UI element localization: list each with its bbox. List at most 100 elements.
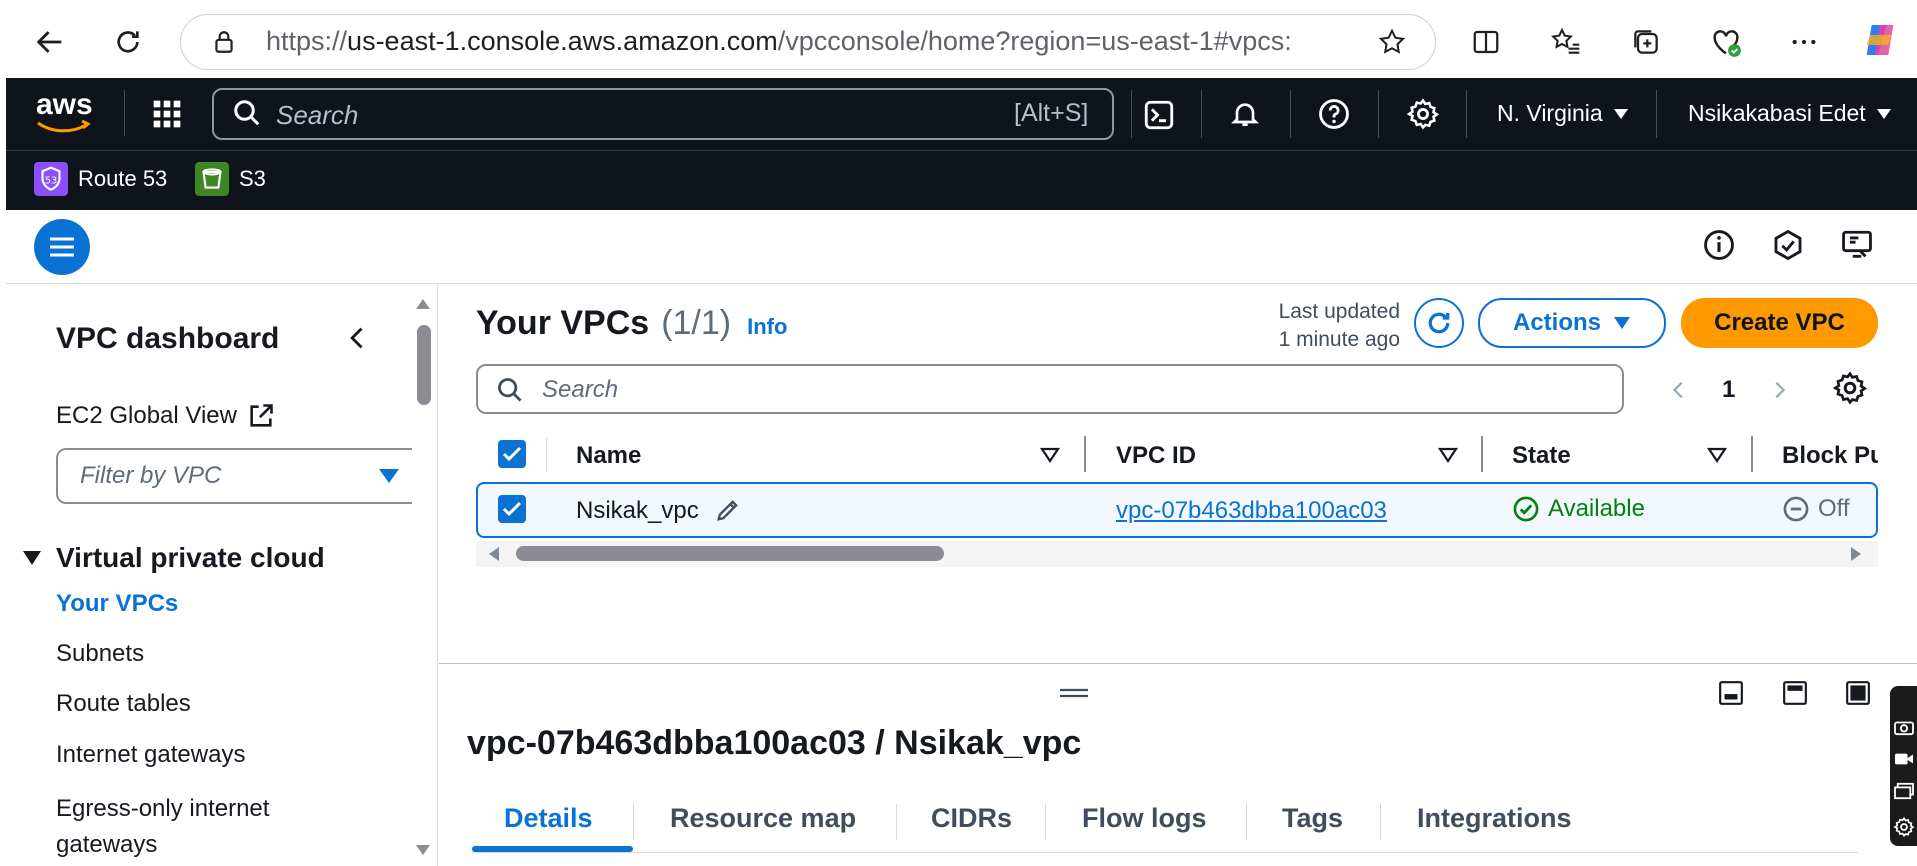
account-menu[interactable]: Nsikakabasi Edet [1688, 100, 1892, 127]
url-text[interactable]: https://us-east-1.console.aws.amazon.com… [266, 26, 1292, 57]
favorite-route53[interactable]: 53 Route 53 [34, 162, 167, 196]
scroll-down-arrow-icon[interactable] [415, 844, 431, 856]
current-page-number[interactable]: 1 [1722, 376, 1735, 404]
refresh-icon[interactable] [106, 20, 150, 64]
tab-integrations[interactable]: Integrations [1417, 803, 1572, 834]
notifications-bell-icon[interactable] [1229, 97, 1261, 131]
sidebar-item-internet-gateways[interactable]: Internet gateways [56, 741, 245, 769]
sidebar-title[interactable]: VPC dashboard [56, 322, 279, 356]
help-icon[interactable] [1317, 97, 1351, 131]
menu-hamburger-icon[interactable] [34, 219, 90, 275]
column-header-label: Block Pu [1782, 442, 1878, 469]
next-page-chevron-icon[interactable] [1768, 376, 1790, 404]
search-placeholder: Search [276, 100, 359, 130]
favorites-bar [6, 150, 1917, 210]
sidebar-item-subnets[interactable]: Subnets [56, 640, 144, 668]
lock-icon[interactable] [202, 20, 246, 64]
sidebar-item-your-vpcs[interactable]: Your VPCs [56, 590, 178, 618]
aws-logo[interactable]: aws [36, 90, 93, 134]
row-checkbox[interactable] [498, 495, 526, 523]
screen-presentation-icon[interactable] [1840, 228, 1874, 262]
tab-details[interactable]: Details [504, 803, 593, 834]
video-camera-icon[interactable] [1893, 750, 1915, 768]
sort-caret-icon[interactable] [1040, 447, 1060, 463]
settings-gear-icon[interactable] [1406, 97, 1440, 131]
table-search-input[interactable] [476, 364, 1624, 414]
scroll-up-arrow-icon[interactable] [415, 298, 431, 310]
tab-cidrs[interactable]: CIDRs [931, 803, 1012, 834]
scroll-right-arrow-icon[interactable] [1850, 546, 1862, 562]
route53-icon: 53 [34, 162, 68, 196]
favorites-icon[interactable] [1544, 20, 1588, 64]
tab-resource-map[interactable]: Resource map [670, 803, 856, 834]
sidebar-item-route-tables[interactable]: Route tables [56, 690, 191, 718]
column-resizer[interactable] [1481, 436, 1483, 472]
select-all-checkbox[interactable] [498, 440, 526, 468]
favorite-s3[interactable]: S3 [195, 162, 266, 196]
split-screen-icon[interactable] [1464, 20, 1508, 64]
vpc-id-link[interactable]: vpc-07b463dbba100ac03 [1116, 497, 1387, 525]
table-preferences-gear-icon[interactable] [1832, 370, 1868, 406]
back-icon[interactable] [28, 20, 72, 64]
create-vpc-button[interactable]: Create VPC [1681, 298, 1878, 348]
sidebar-section-virtual-private-cloud[interactable]: Virtual private cloud [22, 542, 325, 574]
horizontal-scrollbar-thumb[interactable] [516, 546, 944, 561]
info-link[interactable]: Info [747, 314, 787, 340]
caret-down-icon [1876, 108, 1891, 119]
refresh-button[interactable] [1414, 298, 1464, 348]
column-header-name[interactable]: Name [576, 442, 641, 470]
browser-essentials-icon[interactable] [1704, 20, 1748, 64]
status-badge: Available [1512, 495, 1645, 523]
info-panel-icon[interactable] [1702, 228, 1736, 262]
cloudshell-icon[interactable] [1142, 98, 1176, 132]
column-header-block-public-access[interactable]: Block Pu [1782, 442, 1878, 470]
sort-caret-icon[interactable] [1707, 447, 1727, 463]
column-header-state[interactable]: State [1512, 442, 1571, 470]
collapse-sidebar-chevron-icon[interactable] [344, 323, 372, 353]
nav-divider [1656, 90, 1657, 138]
last-updated: Last updated 1 minute ago [1230, 298, 1400, 354]
more-options-icon[interactable] [1782, 20, 1826, 64]
column-resizer[interactable] [1084, 436, 1086, 472]
details-heading: vpc-07b463dbba100ac03 / Nsikak_vpc [467, 724, 1082, 762]
minus-circle-icon [1783, 496, 1809, 522]
copilot-icon[interactable] [1858, 18, 1902, 62]
nav-divider [1201, 90, 1202, 138]
page-title: Your VPCs [476, 304, 650, 342]
column-resizer[interactable] [1751, 436, 1753, 472]
sidebar-item-egress-only-gateways[interactable]: Egress-only internet gateways [56, 791, 356, 863]
toolbar-settings-gear-icon[interactable] [1893, 816, 1915, 838]
column-divider [546, 438, 547, 472]
nav-divider [1378, 90, 1379, 138]
edit-pencil-icon[interactable] [714, 496, 742, 524]
prev-page-chevron-icon[interactable] [1668, 376, 1690, 404]
services-grid-icon[interactable] [151, 98, 183, 130]
actions-button[interactable]: Actions [1478, 298, 1666, 348]
security-hexagon-icon[interactable] [1771, 228, 1805, 262]
panel-full-position-icon[interactable] [1845, 680, 1871, 706]
window-capture-icon[interactable] [1893, 782, 1915, 800]
favorite-label: Route 53 [78, 166, 168, 191]
search-icon [496, 376, 524, 404]
account-name: Nsikakabasi Edet [1688, 100, 1866, 126]
nav-divider [1131, 90, 1132, 138]
checkmark-icon [502, 501, 522, 517]
favorite-star-icon[interactable] [1370, 20, 1414, 64]
panel-side-position-icon[interactable] [1782, 680, 1808, 706]
url-path: /vpcconsole/home?region=us-east-1#vpcs: [777, 26, 1292, 56]
scroll-left-arrow-icon[interactable] [488, 546, 500, 562]
drag-handle-icon[interactable] [1058, 686, 1090, 700]
region-selector[interactable]: N. Virginia [1497, 100, 1629, 127]
camera-icon[interactable] [1893, 718, 1915, 736]
tab-flow-logs[interactable]: Flow logs [1082, 803, 1207, 834]
collections-icon[interactable] [1624, 20, 1668, 64]
column-header-vpc-id[interactable]: VPC ID [1116, 442, 1196, 470]
sidebar-item-ec2-global-view[interactable]: EC2 Global View [56, 402, 275, 430]
tab-tags[interactable]: Tags [1282, 803, 1343, 834]
tab-divider [896, 804, 897, 840]
panel-bottom-position-icon[interactable] [1718, 680, 1744, 706]
checkmark-icon [502, 446, 522, 462]
sidebar-scrollbar-thumb[interactable] [417, 325, 431, 405]
sort-caret-icon[interactable] [1438, 447, 1458, 463]
tab-divider [1246, 804, 1247, 840]
